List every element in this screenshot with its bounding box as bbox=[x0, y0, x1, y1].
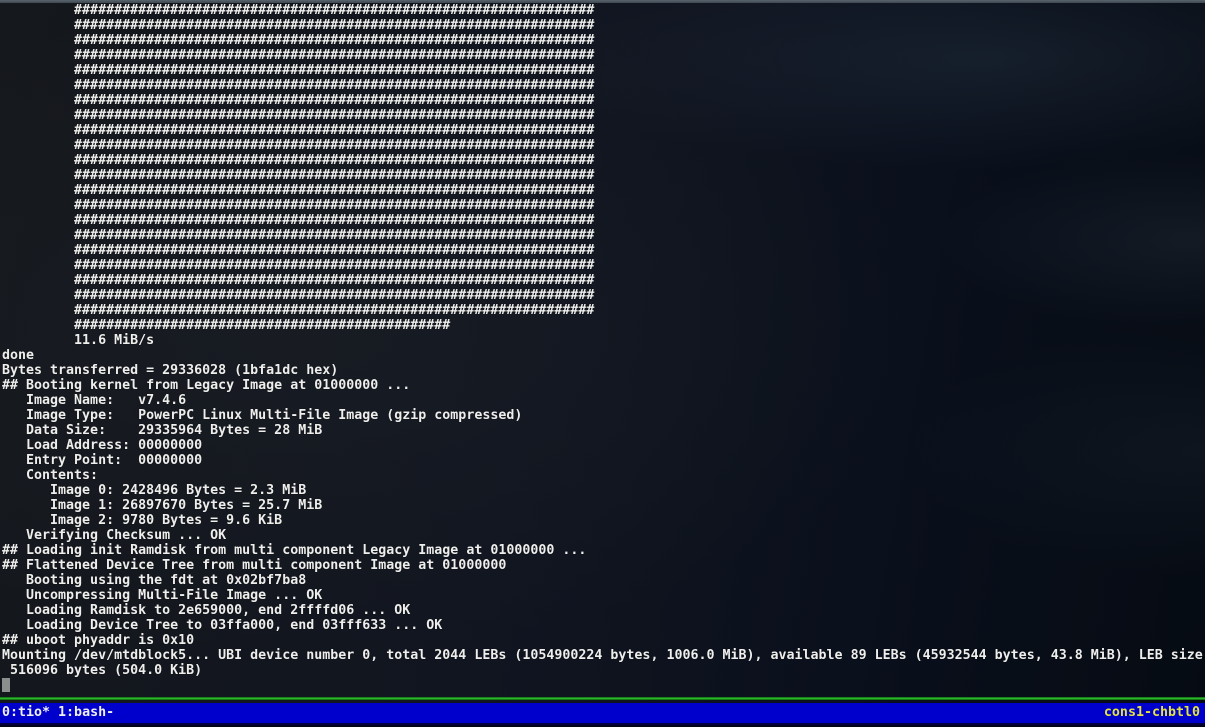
tmux-window-tab-bash[interactable]: 1:bash- bbox=[58, 703, 114, 723]
tmux-status-bar: 0:tio* 1:bash- cons1-chbtl0 bbox=[0, 703, 1205, 723]
terminal-output: ########################################… bbox=[2, 3, 1203, 678]
terminal-screen: ########################################… bbox=[0, 0, 1205, 727]
tmux-window-tab-tio[interactable]: 0:tio* bbox=[2, 703, 50, 723]
terminal-cursor bbox=[2, 678, 10, 692]
tmux-window-list: 0:tio* 1:bash- bbox=[0, 703, 114, 723]
status-hostname-label: cons1-chbtl0 bbox=[1104, 703, 1205, 723]
status-bar-shadow bbox=[0, 723, 1205, 727]
pane-separator-line bbox=[0, 697, 1205, 700]
